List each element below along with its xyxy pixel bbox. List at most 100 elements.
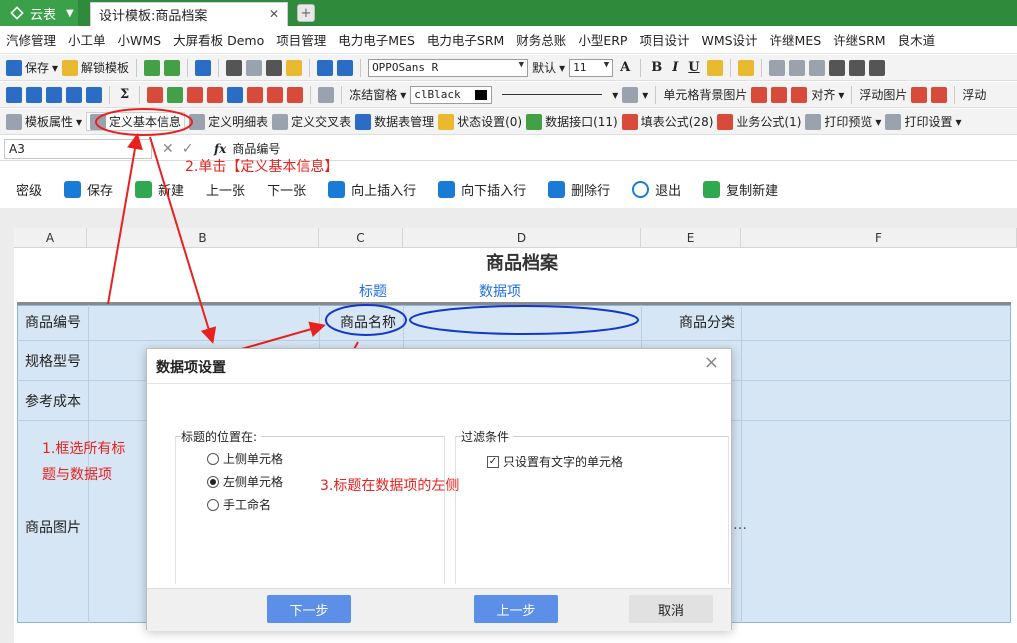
radio-button-selected[interactable] <box>207 475 219 488</box>
menu-item[interactable]: 大屏看板 Demo <box>173 30 264 49</box>
delete-column-icon[interactable] <box>66 86 82 103</box>
cell-reference-box[interactable]: A3 <box>4 138 152 159</box>
delete-row-button[interactable]: 删除行 <box>548 180 610 199</box>
table-icon[interactable] <box>247 86 264 103</box>
chart-icon[interactable] <box>227 86 244 103</box>
table-icon[interactable] <box>287 86 304 103</box>
previous-record-button[interactable]: 上一张 <box>206 180 245 199</box>
font-name-select[interactable]: OPPOSans R ▼ <box>368 58 529 77</box>
align-left-icon[interactable] <box>768 59 785 76</box>
border-icon[interactable] <box>622 86 639 103</box>
menu-item[interactable]: 小工单 <box>68 30 106 49</box>
color-select[interactable]: clBlack <box>410 85 493 104</box>
new-record-button[interactable]: 新建 <box>135 180 184 199</box>
image-icon[interactable] <box>771 86 788 103</box>
barcode-icon[interactable] <box>828 59 845 76</box>
save-button[interactable]: 保存 ▾ <box>6 59 58 76</box>
cell-bg-image-button[interactable]: 单元格背景图片 <box>663 86 747 103</box>
bold-button[interactable]: B <box>648 60 665 75</box>
frame-icon[interactable] <box>791 86 808 103</box>
close-tab-icon[interactable]: ✕ <box>269 7 279 21</box>
cancel-icon[interactable]: ✕ <box>162 141 174 157</box>
underline-button[interactable]: U <box>685 60 702 75</box>
menu-item[interactable]: 良木道 <box>898 30 936 49</box>
grid-icon[interactable] <box>86 86 102 103</box>
copy-new-button[interactable]: 复制新建 <box>703 180 778 199</box>
menu-item[interactable]: 小WMS <box>118 30 162 49</box>
radio-button[interactable] <box>207 498 219 511</box>
freeze-panes-button[interactable]: 冻结窗格 ▾ <box>349 86 406 103</box>
cut-icon[interactable] <box>226 59 243 76</box>
menu-item[interactable]: 项目管理 <box>276 30 326 49</box>
filter-checkbox-row[interactable]: ✓ 只设置有文字的单元格 <box>487 453 623 470</box>
undo-icon[interactable] <box>317 59 334 76</box>
align-right-icon[interactable] <box>808 59 825 76</box>
percent-icon[interactable] <box>318 86 335 103</box>
image-icon[interactable] <box>931 86 948 103</box>
italic-button[interactable]: I <box>669 60 681 75</box>
menu-item[interactable]: 许继SRM <box>833 30 885 49</box>
lock-icon[interactable] <box>737 59 754 76</box>
float-image-button[interactable]: 浮动图片 <box>859 86 907 103</box>
unlock-template-button[interactable]: 解锁模板 <box>62 59 129 76</box>
barcode-icon[interactable] <box>848 59 865 76</box>
insert-row-below-button[interactable]: 向下插入行 <box>438 180 526 199</box>
define-basic-info-button[interactable]: 定义基本信息 <box>86 112 186 131</box>
insert-row-above-button[interactable]: 向上插入行 <box>328 180 416 199</box>
menu-item[interactable]: 项目设计 <box>639 30 689 49</box>
import-excel-icon[interactable] <box>144 59 161 76</box>
insert-column-icon[interactable] <box>26 86 42 103</box>
radio-button[interactable] <box>207 452 219 465</box>
template-props-button[interactable]: 模板属性 ▾ <box>6 113 82 130</box>
menu-item[interactable]: 小型ERP <box>578 30 627 49</box>
menu-item[interactable]: 电力电子SRM <box>427 30 504 49</box>
status-settings-button[interactable]: 状态设置(0) <box>438 113 522 130</box>
redo-icon[interactable] <box>337 59 354 76</box>
font-size-select[interactable]: 11 ▼ <box>569 58 614 77</box>
security-level-button[interactable]: 密级 <box>16 180 42 199</box>
share-icon[interactable] <box>195 59 212 76</box>
merge-cells-icon[interactable] <box>147 86 164 103</box>
menu-item[interactable]: 许继MES <box>770 30 822 49</box>
image-icon[interactable] <box>911 86 928 103</box>
column-header[interactable]: D <box>403 228 641 248</box>
data-interface-button[interactable]: 数据接口(11) <box>526 113 618 130</box>
business-formula-button[interactable]: 业务公式(1) <box>717 113 801 130</box>
align-center-icon[interactable] <box>788 59 805 76</box>
copy-icon[interactable] <box>246 59 263 76</box>
sum-icon[interactable]: Σ <box>117 87 132 102</box>
next-step-button[interactable]: 下一步 <box>267 595 351 623</box>
new-tab-button[interactable]: + <box>297 4 315 22</box>
column-header[interactable]: E <box>641 228 741 248</box>
define-detail-table-button[interactable]: 定义明细表 <box>189 113 268 130</box>
formula-input[interactable]: 商品编号 <box>232 140 280 157</box>
radio-left-cell[interactable]: 左侧单元格 <box>207 473 283 490</box>
tab-document[interactable]: 设计模板:商品档案 ✕ <box>90 2 288 26</box>
define-cross-table-button[interactable]: 定义交叉表 <box>272 113 351 130</box>
line-style-select[interactable] <box>502 94 603 95</box>
float-button[interactable]: 浮动 <box>962 86 986 103</box>
table-icon[interactable] <box>207 86 224 103</box>
column-header[interactable]: C <box>319 228 403 248</box>
table-management-button[interactable]: 数据表管理 <box>355 113 434 130</box>
checkbox-checked[interactable]: ✓ <box>487 455 499 468</box>
radio-top-cell[interactable]: 上侧单元格 <box>207 450 283 467</box>
print-settings-button[interactable]: 打印设置 ▾ <box>885 113 961 130</box>
column-header[interactable]: F <box>741 228 1017 248</box>
barcode-icon[interactable] <box>868 59 885 76</box>
app-menu-button[interactable]: 云表 ▼ <box>0 0 78 26</box>
confirm-icon[interactable]: ✓ <box>182 141 194 157</box>
paste-icon[interactable] <box>266 59 283 76</box>
font-default-button[interactable]: 默认 ▾ <box>532 59 565 76</box>
radio-manual-name[interactable]: 手工命名 <box>207 496 271 513</box>
save-record-button[interactable]: 保存 <box>64 180 113 199</box>
column-header[interactable]: B <box>87 228 319 248</box>
menu-item[interactable]: 电力电子MES <box>338 30 415 49</box>
fill-formula-button[interactable]: 填表公式(28) <box>621 113 713 130</box>
export-excel-icon[interactable] <box>164 59 181 76</box>
table-icon[interactable] <box>267 86 284 103</box>
print-preview-button[interactable]: 打印预览 ▾ <box>805 113 881 130</box>
previous-step-button[interactable]: 上一步 <box>474 595 558 623</box>
align-button[interactable]: 对齐 ▾ <box>811 86 844 103</box>
close-icon[interactable]: × <box>704 352 719 373</box>
